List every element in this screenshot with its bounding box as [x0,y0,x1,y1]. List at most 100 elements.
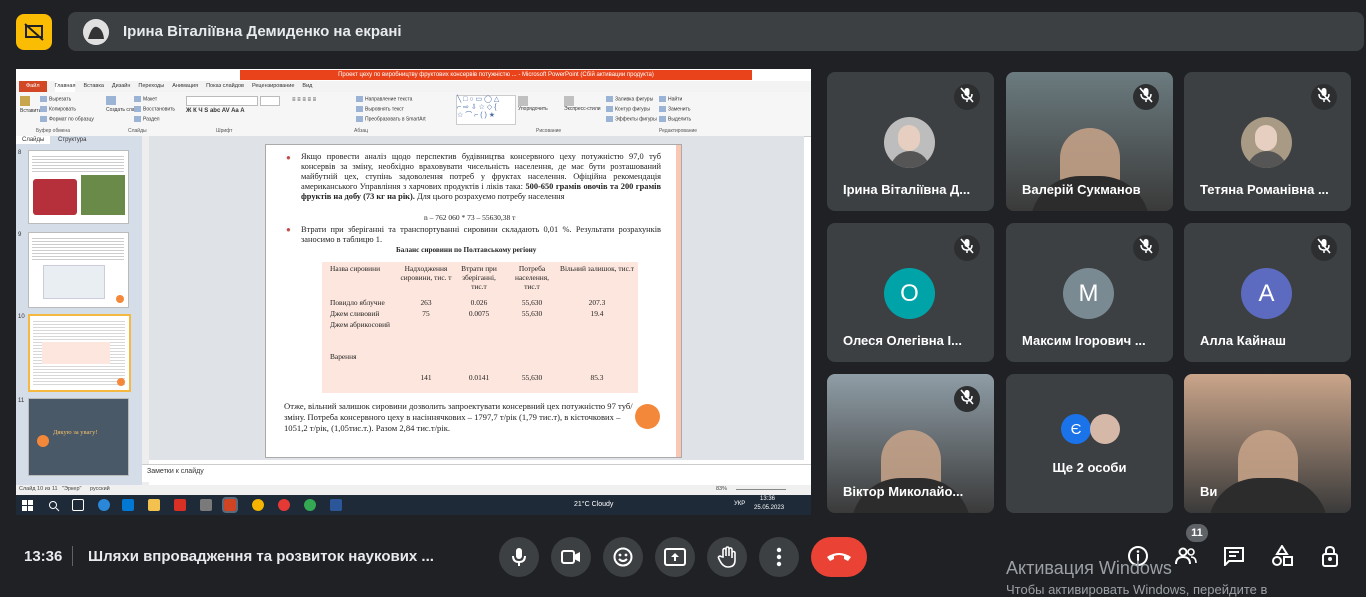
microphone-button[interactable] [499,537,539,577]
thumb-number: 11 [18,398,25,404]
muted-indicator [1133,235,1159,261]
participant-tile[interactable]: Ірина Віталіївна Д... [827,72,994,211]
chat-button[interactable] [1222,544,1246,568]
mic-off-icon [1317,86,1331,108]
format-painter-button: Формат по образцу [40,116,94,122]
participant-avatar: Є [1061,414,1091,444]
layout-button: Макет [134,96,157,102]
notes-placeholder: Заметки к слайду [147,468,204,475]
participant-tile[interactable]: Ви [1184,374,1351,513]
participant-avatar: О [884,268,935,319]
stop-presenting-button[interactable] [16,14,52,50]
task-view-icon [72,499,84,511]
table-header: Назва сировини [330,264,381,273]
meeting-title[interactable]: Шляхи впровадження та розвиток наукових … [88,548,434,565]
status-theme: "Эркер" [62,486,82,492]
status-slide: Слайд 10 из 11 [19,486,58,492]
ppt-ribbon: Вставить Вырезать Копировать Формат по о… [16,92,811,137]
participant-name: Алла Кайнаш [1200,333,1286,348]
more-vert-icon [776,547,782,567]
people-button[interactable] [1174,544,1198,568]
presenter-avatar [83,18,109,45]
group-font: Шрифт [216,128,233,134]
participant-name: Віктор Миколайо... [843,484,964,499]
taskbar-time: 13:36 [760,496,776,502]
present-screen-icon [664,548,686,566]
group-slides: Слайды [128,128,147,134]
slides-pane-scrollbar [142,136,149,485]
ppt-tab: Дизайн [111,83,131,89]
powerpoint-icon [222,497,238,513]
thumb-number: 9 [18,232,22,238]
thumb-end-text: Дякую за увагу! [53,429,98,436]
table-cell: Варення [330,352,357,361]
raise-hand-button[interactable] [707,537,747,577]
thumb-number: 10 [18,314,25,320]
group-paragraph: Абзац [354,128,369,134]
slide-thumb-8 [28,150,129,224]
activities-button[interactable] [1270,544,1294,568]
participant-tile[interactable]: О Олеся Олегівна І... [827,223,994,362]
ppt-tab: Вставка [83,83,104,89]
slide-thumb-9 [28,232,129,308]
table-cell: Джем абрикосовий [330,320,391,329]
shape-effects-button: Эффекты фигуры [606,116,657,122]
participant-tile[interactable]: Віктор Миколайо... [827,374,994,513]
ppt-titlebar: Проект цеху по виробництву фруктових кон… [16,69,811,81]
leave-call-button[interactable] [811,537,867,577]
participant-name: Валерій Сукманов [1022,182,1141,197]
muted-indicator [954,235,980,261]
muted-indicator [954,84,980,110]
participant-tile[interactable]: М Максим Ігорович ... [1006,223,1173,362]
table-cell: 55,630 [521,298,543,307]
camera-icon [561,550,580,564]
find-button: Найти [659,96,682,102]
people-icon [1175,547,1197,565]
participant-avatar: А [1241,268,1292,319]
shapes-icon [1272,545,1293,566]
table-cell: 207.3 [588,298,606,307]
camera-button[interactable] [551,537,591,577]
muted-indicator [1311,235,1337,261]
windows-taskbar: 21°C Cloudy УКР 13:36 25.05.2023 [16,495,811,515]
ppt-tab: Анимация [172,83,199,89]
shape-outline-button: Контур фигуры [606,106,650,112]
slide-bullet-2: Втрати при зберіганні та транспортуванні… [301,225,661,244]
participant-tile[interactable]: Є Ще 2 особи [1006,374,1173,513]
participant-name: Олеся Олегівна І... [843,333,962,348]
word-icon [330,499,342,511]
mic-off-icon [960,86,974,108]
taskbar-date: 25.05.2023 [754,505,785,511]
edge-icon [98,499,110,511]
mic-off-icon [960,388,974,410]
participant-tile[interactable]: А Алла Кайнаш [1184,223,1351,362]
replace-button: Заменить [659,106,690,112]
group-editing: Редактирование [659,128,698,134]
muted-indicator [954,386,980,412]
table-cell: 263 [420,298,432,307]
participant-name: Ще 2 особи [1052,460,1127,475]
group-drawing: Рисование [536,128,562,134]
mic-off-icon [960,237,974,259]
slide-bullet-1: Якщо провести аналіз щодо перспектив буд… [301,152,662,201]
smartart-button: Преобразовать в SmartArt [356,116,426,122]
more-options-button[interactable] [759,537,799,577]
table-cell: 55,630 [521,373,543,382]
participant-tile[interactable]: Валерій Сукманов [1006,72,1173,211]
notes-pane: Заметки к слайду [142,464,811,482]
ppt-tab: Файл [19,81,47,92]
slide-decoration [635,404,660,429]
muted-indicator [1133,84,1159,110]
windows-start-icon [22,499,34,511]
ppt-tab: Рецензирование [251,83,295,89]
pane-tabs: Слайды Структура [16,136,142,147]
restore-button: Восстановить [134,106,175,112]
participant-avatar [884,117,935,168]
ppt-title: Проект цеху по виробництву фруктових кон… [240,70,752,80]
host-controls-button[interactable] [1318,544,1342,568]
reactions-button[interactable] [603,537,643,577]
participant-tile[interactable]: Тетяна Романівна ... [1184,72,1351,211]
paste-button: Вставить [20,96,41,114]
present-button[interactable] [655,537,695,577]
microphone-icon [512,548,526,566]
